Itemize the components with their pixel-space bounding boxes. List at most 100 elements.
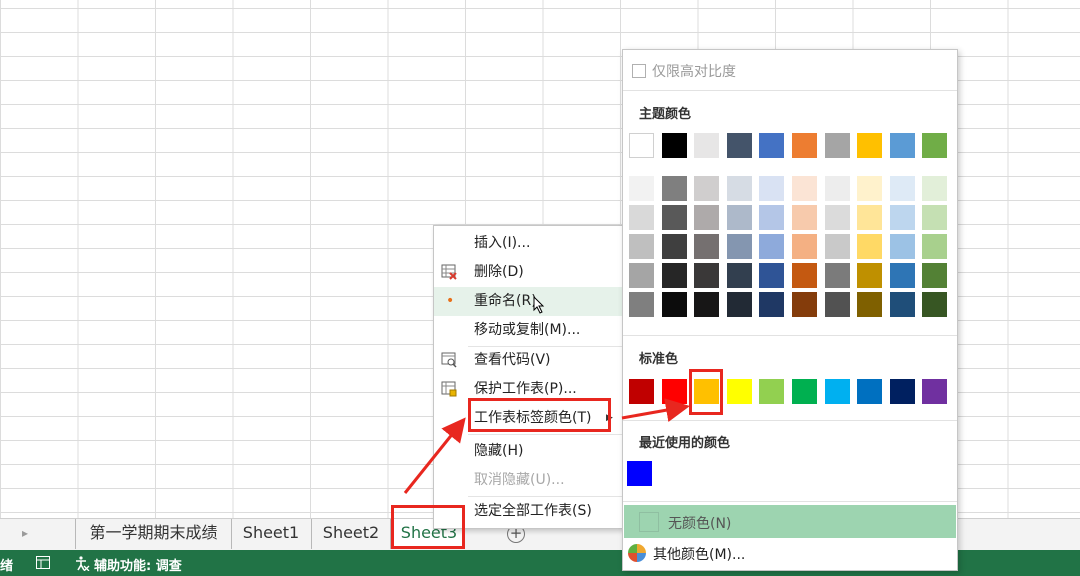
theme-shade-swatch[interactable] bbox=[889, 234, 915, 259]
theme-shade-swatch[interactable] bbox=[726, 292, 752, 317]
menu-item-view-code[interactable]: 查看代码(V) bbox=[434, 346, 622, 375]
theme-shade-swatch[interactable] bbox=[889, 205, 915, 230]
theme-shade-swatch[interactable] bbox=[889, 176, 915, 201]
sheet-tab-label: Sheet1 bbox=[242, 523, 300, 542]
theme-shade-swatch[interactable] bbox=[661, 234, 687, 259]
theme-shade-swatch[interactable] bbox=[759, 234, 785, 259]
theme-shade-swatch[interactable] bbox=[629, 176, 654, 201]
standard-color-swatch[interactable] bbox=[857, 379, 883, 404]
menu-item-rename[interactable]: • 重命名(R) bbox=[434, 287, 622, 316]
theme-shade-swatch[interactable] bbox=[661, 176, 687, 201]
theme-shade-swatch[interactable] bbox=[661, 292, 687, 317]
theme-shade-swatch[interactable] bbox=[629, 292, 654, 317]
theme-shade-swatch[interactable] bbox=[792, 205, 817, 230]
theme-shade-swatch[interactable] bbox=[694, 176, 720, 201]
sheet-tab-sheet2[interactable]: Sheet2 bbox=[312, 519, 391, 549]
standard-color-swatch[interactable] bbox=[922, 379, 948, 404]
no-color-option[interactable]: 无颜色(N) bbox=[624, 505, 956, 538]
theme-shade-swatch[interactable] bbox=[759, 263, 785, 288]
theme-shade-swatch[interactable] bbox=[824, 205, 850, 230]
menu-item-move-copy[interactable]: 移动或复制(M)... bbox=[434, 316, 622, 345]
theme-shade-swatch[interactable] bbox=[694, 205, 720, 230]
theme-color-swatch[interactable] bbox=[824, 133, 850, 158]
standard-color-swatch[interactable] bbox=[792, 379, 817, 404]
theme-color-swatch[interactable] bbox=[726, 133, 752, 158]
recent-color-swatch[interactable] bbox=[627, 461, 652, 486]
standard-color-swatch[interactable] bbox=[759, 379, 785, 404]
theme-shade-swatch[interactable] bbox=[889, 263, 915, 288]
theme-shade-swatch[interactable] bbox=[857, 205, 883, 230]
annotation-box-sheet3 bbox=[391, 505, 465, 549]
theme-shade-swatch[interactable] bbox=[824, 234, 850, 259]
more-colors-option[interactable]: 其他颜色(M)... bbox=[623, 540, 957, 568]
theme-shade-swatch[interactable] bbox=[824, 292, 850, 317]
standard-color-swatch[interactable] bbox=[889, 379, 915, 404]
menu-item-delete[interactable]: 删除(D) bbox=[434, 258, 622, 287]
sheet-tab-sheet1[interactable]: Sheet1 bbox=[231, 519, 312, 549]
standard-color-swatch[interactable] bbox=[629, 379, 654, 404]
theme-shade-swatch[interactable] bbox=[661, 205, 687, 230]
record-macro-icon[interactable] bbox=[36, 556, 50, 569]
theme-shade-swatch[interactable] bbox=[922, 292, 948, 317]
theme-shade-swatch[interactable] bbox=[726, 176, 752, 201]
menu-item-unhide: 取消隐藏(U)... bbox=[474, 472, 565, 488]
theme-shade-swatch[interactable] bbox=[792, 176, 817, 201]
theme-shade-swatch[interactable] bbox=[922, 205, 948, 230]
high-contrast-label: 仅限高对比度 bbox=[652, 64, 736, 80]
theme-shade-swatch[interactable] bbox=[629, 263, 654, 288]
theme-shade-swatch[interactable] bbox=[726, 234, 752, 259]
theme-shade-swatch[interactable] bbox=[857, 176, 883, 201]
standard-color-swatch[interactable] bbox=[661, 379, 687, 404]
theme-shade-swatch[interactable] bbox=[889, 292, 915, 317]
delete-sheet-icon bbox=[441, 264, 457, 280]
theme-color-swatch[interactable] bbox=[629, 133, 654, 158]
theme-shade-swatch[interactable] bbox=[629, 234, 654, 259]
theme-shade-swatch[interactable] bbox=[759, 292, 785, 317]
theme-shade-swatch[interactable] bbox=[694, 292, 720, 317]
theme-shade-swatch[interactable] bbox=[726, 263, 752, 288]
theme-color-swatch[interactable] bbox=[922, 133, 948, 158]
sheet-tab-label: 第一学期期末成绩 bbox=[89, 523, 218, 542]
sheet-context-menu: 插入(I)... 删除(D) • 重命名(R) 移动或复制(M)... 查看代码… bbox=[433, 225, 623, 529]
annotation-box-orange bbox=[689, 369, 723, 415]
theme-shade-swatch[interactable] bbox=[661, 263, 687, 288]
theme-shade-swatch[interactable] bbox=[726, 205, 752, 230]
theme-shade-swatch[interactable] bbox=[629, 205, 654, 230]
standard-color-swatch[interactable] bbox=[726, 379, 752, 404]
theme-color-swatch[interactable] bbox=[759, 133, 785, 158]
high-contrast-checkbox[interactable] bbox=[632, 64, 646, 78]
view-code-icon bbox=[441, 352, 457, 368]
theme-shade-swatch[interactable] bbox=[857, 234, 883, 259]
theme-shade-swatch[interactable] bbox=[694, 263, 720, 288]
theme-color-swatch[interactable] bbox=[889, 133, 915, 158]
theme-shade-swatch[interactable] bbox=[922, 263, 948, 288]
accessibility-icon[interactable] bbox=[74, 555, 90, 571]
theme-shade-swatch[interactable] bbox=[759, 176, 785, 201]
status-ready-text: 绪 bbox=[0, 559, 14, 574]
triangle-right-icon[interactable]: ▸ bbox=[22, 526, 28, 540]
theme-shade-swatch[interactable] bbox=[824, 263, 850, 288]
protect-sheet-icon bbox=[441, 381, 457, 397]
theme-shade-swatch[interactable] bbox=[922, 234, 948, 259]
standard-colors-heading: 标准色 bbox=[639, 352, 679, 367]
theme-shade-swatch[interactable] bbox=[857, 263, 883, 288]
menu-item-insert[interactable]: 插入(I)... bbox=[434, 229, 622, 258]
standard-color-swatch[interactable] bbox=[824, 379, 850, 404]
theme-shade-swatch[interactable] bbox=[694, 234, 720, 259]
theme-color-swatch[interactable] bbox=[661, 133, 687, 158]
theme-shade-swatch[interactable] bbox=[922, 176, 948, 201]
theme-shade-swatch[interactable] bbox=[792, 292, 817, 317]
sheet-tab-grades[interactable]: 第一学期期末成绩 bbox=[75, 519, 232, 549]
theme-shade-swatch[interactable] bbox=[792, 263, 817, 288]
menu-item-hide[interactable]: 隐藏(H) bbox=[434, 437, 622, 466]
theme-shade-swatch[interactable] bbox=[824, 176, 850, 201]
theme-color-swatch[interactable] bbox=[694, 133, 720, 158]
theme-shade-swatch[interactable] bbox=[857, 292, 883, 317]
recent-colors-heading: 最近使用的颜色 bbox=[639, 436, 731, 451]
theme-color-swatch[interactable] bbox=[857, 133, 883, 158]
tab-color-palette: 仅限高对比度 主题颜色 标准色 最近使用的颜色 无颜色(N) 其他颜色(M)..… bbox=[622, 49, 958, 571]
theme-color-swatch[interactable] bbox=[792, 133, 817, 158]
theme-shade-swatch[interactable] bbox=[759, 205, 785, 230]
theme-shade-swatch[interactable] bbox=[792, 234, 817, 259]
accessibility-status[interactable]: 辅助功能: 调查 bbox=[94, 555, 182, 574]
